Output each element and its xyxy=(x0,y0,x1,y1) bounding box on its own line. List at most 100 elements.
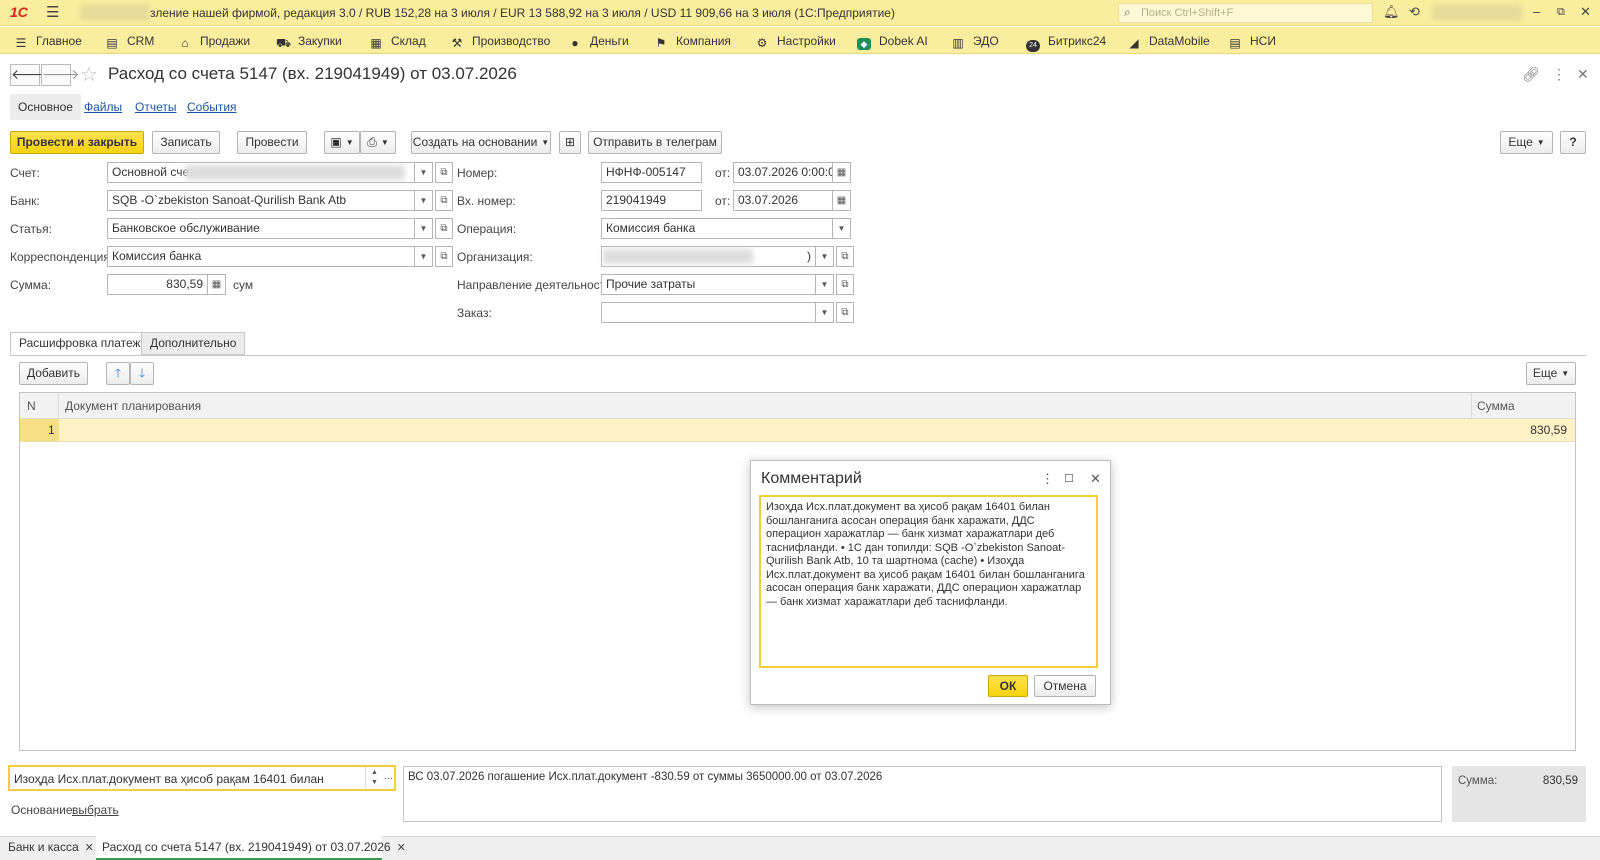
section-dobek-ai[interactable]: ◆ Dobek AI xyxy=(857,34,928,50)
section-warehouse[interactable]: ▦ Склад xyxy=(369,34,425,49)
direction-field[interactable]: Прочие затраты xyxy=(601,274,816,295)
tab-main[interactable]: Основное xyxy=(10,94,81,120)
report-menu-button[interactable]: ▣ ▼ xyxy=(324,131,360,154)
save-button[interactable]: Записать xyxy=(152,131,220,154)
post-button[interactable]: Провести xyxy=(237,131,307,154)
operation-field[interactable]: Комиссия банка xyxy=(601,218,833,239)
add-row-button[interactable]: Добавить xyxy=(19,362,88,385)
ok-button[interactable]: ОК xyxy=(988,675,1028,697)
section-edo[interactable]: ▥ ЭДО xyxy=(951,34,998,49)
print-menu-button[interactable]: ⎙ ▼ xyxy=(360,131,396,154)
calendar-icon[interactable]: ▦ xyxy=(833,162,851,183)
item-open-icon[interactable]: ⧉ xyxy=(435,218,453,239)
close-form-icon[interactable]: ✕ xyxy=(1577,66,1589,83)
ellipsis-icon[interactable]: … xyxy=(383,767,394,789)
section-crm[interactable]: ▤ CRM xyxy=(105,34,154,49)
column-document[interactable]: Документ планирования xyxy=(65,399,201,413)
create-based-on-button[interactable]: Создать на основании ▼ xyxy=(411,131,551,154)
app-logo[interactable]: 1С xyxy=(10,4,28,20)
section-money[interactable]: ● Деньги xyxy=(568,34,628,49)
more-vertical-icon[interactable]: ⋮ xyxy=(1041,471,1054,487)
correspondence-dropdown[interactable]: ▼ xyxy=(415,246,433,267)
section-datamobile[interactable]: ◢ DataMobile xyxy=(1127,34,1209,49)
basis-note[interactable]: ВС 03.07.2026 погашение Исх.плат.докумен… xyxy=(403,766,1442,822)
section-production[interactable]: ⚒ Производство xyxy=(450,34,551,49)
section-nsi[interactable]: ▤ НСИ xyxy=(1228,34,1276,49)
close-dialog-icon[interactable]: ✕ xyxy=(1090,471,1101,487)
bank-open-icon[interactable]: ⧉ xyxy=(435,190,453,211)
structure-icon[interactable]: ⊞ xyxy=(559,131,581,154)
number-date-field[interactable]: 03.07.2026 0:00:00 xyxy=(733,162,833,183)
close-window-icon[interactable]: ✕ xyxy=(1580,4,1591,20)
item-field[interactable]: Банковское обслуживание xyxy=(107,218,415,239)
section-sales[interactable]: ⌂ Продажи xyxy=(178,34,250,49)
bitrix-icon: 24 xyxy=(1026,40,1040,52)
global-search-input[interactable]: ⌕ Поиск Ctrl+Shift+F xyxy=(1118,3,1373,23)
calculator-icon[interactable]: ▦ xyxy=(208,274,226,295)
basis-select-link[interactable]: выбрать xyxy=(72,803,119,817)
tab-payment-breakdown[interactable]: Расшифровка платежа xyxy=(10,332,157,355)
amount-field[interactable]: 830,59 xyxy=(107,274,208,295)
calendar-icon[interactable]: ▦ xyxy=(833,190,851,211)
organization-open-icon[interactable]: ⧉ xyxy=(836,246,854,267)
section-settings[interactable]: ⚙ Настройки xyxy=(755,34,836,49)
move-up-icon[interactable]: 🡑 xyxy=(106,362,130,385)
maximize-icon[interactable]: ☐ xyxy=(1064,472,1074,485)
open-tab-expense-document[interactable]: Расход со счета 5147 (вх. 219041949) от … xyxy=(102,840,406,854)
correspondence-open-icon[interactable]: ⧉ xyxy=(435,246,453,267)
dialog-title: Комментарий xyxy=(761,470,862,487)
tab-additional[interactable]: Дополнительно xyxy=(141,332,246,355)
in-date-field[interactable]: 03.07.2026 xyxy=(733,190,833,211)
order-dropdown[interactable]: ▼ xyxy=(816,302,834,323)
section-purchases[interactable]: ⛟ Закупки xyxy=(276,34,342,49)
restore-icon[interactable]: ⧉ xyxy=(1557,6,1565,19)
account-dropdown[interactable]: ▼ xyxy=(415,162,433,183)
forward-button[interactable]: 🡒 xyxy=(41,64,80,86)
open-tab-bank-cash[interactable]: Банк и касса ✕ xyxy=(8,840,94,854)
basis-label: Основание: xyxy=(11,803,76,817)
send-telegram-button[interactable]: Отправить в телеграм xyxy=(588,131,722,154)
number-field[interactable]: НФНФ-005147 xyxy=(601,162,702,183)
help-button[interactable]: ? xyxy=(1560,131,1586,154)
cancel-button[interactable]: Отмена xyxy=(1034,675,1096,697)
item-dropdown[interactable]: ▼ xyxy=(415,218,433,239)
back-button[interactable]: 🡐 xyxy=(10,64,49,86)
comment-field[interactable]: Изоҳда Исх.плат.документ ва ҳисоб рақам … xyxy=(8,765,396,791)
section-company[interactable]: ⚑ Компания xyxy=(654,34,731,49)
history-icon[interactable]: ⟲ xyxy=(1409,4,1420,20)
bell-icon[interactable]: 🔔︎ xyxy=(1383,4,1400,20)
close-tab-icon[interactable]: ✕ xyxy=(397,842,406,854)
direction-open-icon[interactable]: ⧉ xyxy=(836,274,854,295)
spin-icon[interactable]: ▲ ▼ xyxy=(365,767,383,789)
favorite-star-icon[interactable]: ☆ xyxy=(80,62,98,87)
account-open-icon[interactable]: ⧉ xyxy=(435,162,453,183)
in-number-field[interactable]: 219041949 xyxy=(601,190,702,211)
tab-files[interactable]: Файлы xyxy=(84,100,122,114)
bank-field[interactable]: SQB -O`zbekiston Sanoat-Qurilish Bank At… xyxy=(107,190,415,211)
move-down-icon[interactable]: 🡓 xyxy=(130,362,154,385)
order-open-icon[interactable]: ⧉ xyxy=(836,302,854,323)
link-icon[interactable]: 🔗︎ xyxy=(1522,66,1540,83)
main-menu-icon[interactable]: ☰ xyxy=(46,3,59,21)
organization-dropdown[interactable]: ▼ xyxy=(816,246,834,267)
comment-textarea[interactable]: Изоҳда Исх.плат.документ ва ҳисоб рақам … xyxy=(759,495,1098,668)
table-more-button[interactable]: Еще ▼ xyxy=(1526,362,1576,385)
section-bitrix24[interactable]: 24 Битрикс24 xyxy=(1026,34,1106,52)
section-main[interactable]: ☰ Главное xyxy=(14,34,82,49)
column-n[interactable]: N xyxy=(27,399,36,413)
tab-events[interactable]: События xyxy=(187,100,237,114)
tab-reports[interactable]: Отчеты xyxy=(135,100,176,114)
table-row[interactable]: 1 830,59 xyxy=(20,419,1575,442)
bank-dropdown[interactable]: ▼ xyxy=(415,190,433,211)
more-vertical-icon[interactable]: ⋮ xyxy=(1552,66,1566,83)
operation-dropdown[interactable]: ▼ xyxy=(833,218,851,239)
order-field[interactable] xyxy=(601,302,816,323)
close-tab-icon[interactable]: ✕ xyxy=(85,842,94,854)
direction-dropdown[interactable]: ▼ xyxy=(816,274,834,295)
column-sum[interactable]: Сумма xyxy=(1477,399,1515,413)
post-and-close-button[interactable]: Провести и закрыть xyxy=(10,131,144,154)
minimize-icon[interactable]: – xyxy=(1533,4,1540,19)
row-sum[interactable]: 830,59 xyxy=(1530,423,1567,437)
more-actions-button[interactable]: Еще ▼ xyxy=(1500,131,1553,154)
correspondence-field[interactable]: Комиссия банка xyxy=(107,246,415,267)
